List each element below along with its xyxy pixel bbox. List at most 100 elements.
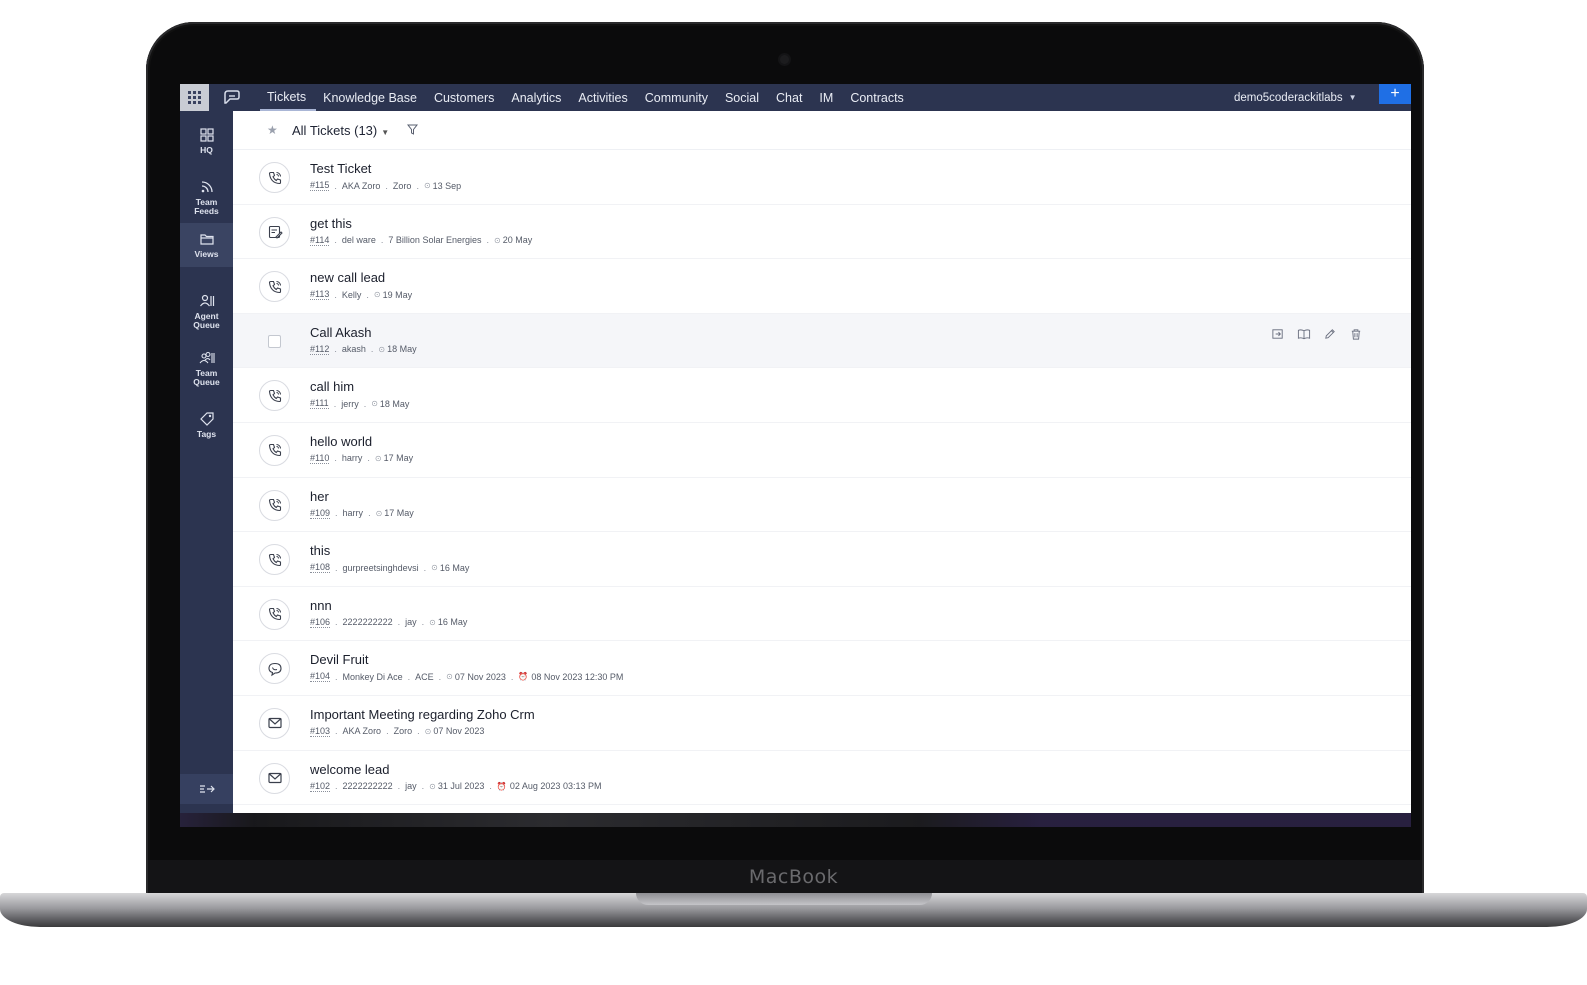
delete-icon[interactable] (1348, 327, 1364, 341)
separator: . (438, 671, 442, 682)
nav-social[interactable]: Social (718, 84, 769, 111)
edit-icon[interactable] (1322, 327, 1338, 341)
ticket-subject: hello world (310, 433, 373, 449)
ticket-row[interactable]: hello world #110. harry. ⊙ 17 May (233, 423, 1411, 478)
read-icon[interactable] (1296, 327, 1312, 341)
separator: . (486, 235, 489, 246)
ticket-account: Zoro (392, 180, 412, 191)
due-alarm-icon: ⏰ (496, 781, 507, 791)
nav-activities[interactable]: Activities (571, 84, 637, 111)
tag-icon (199, 412, 214, 426)
channel-email-icon (259, 762, 290, 794)
sidebar-item-agent-queue[interactable]: Agent Queue (180, 293, 233, 330)
separator: . (366, 289, 369, 300)
add-new-button[interactable]: + (1379, 84, 1411, 104)
ticket-number: #110 (310, 452, 330, 464)
ticket-row[interactable]: get this #114. del ware. 7 Billion Solar En… (233, 205, 1411, 260)
sidebar-item-label: HQ (200, 145, 213, 155)
channel-phone-icon (259, 380, 290, 412)
ticket-meta: #114. del ware. 7 Billion Solar Energies. ⊙… (310, 235, 532, 246)
ticket-meta: #102. 2222222222. jay. ⊙ 31 Jul 2023. ⏰ 02 Aug… (310, 781, 601, 792)
ticket-number: #104 (310, 671, 331, 683)
ticket-meta: #104. Monkey Di Ace. ACE. ⊙ 07 Nov 2023. ⏰ 08 … (310, 671, 624, 683)
ticket-row[interactable]: new call lead #113. Kelly. ⊙ 19 May (233, 259, 1411, 314)
ticket-subject: Important Meeting regarding Zoho Crm (310, 706, 535, 722)
ticket-number: #106 (310, 616, 331, 628)
grid-icon (199, 128, 214, 142)
ticket-due-date: 08 Nov 2023 12:30 PM (531, 671, 624, 682)
ticket-account: ACE (415, 671, 434, 682)
separator: . (334, 453, 337, 464)
folder-icon (199, 234, 214, 245)
account-switcher[interactable]: demo5coderackitlabs ▼ (1234, 84, 1357, 111)
view-selector[interactable]: All Tickets (13) ▼ (292, 123, 389, 138)
created-clock-icon: ⊙ (429, 781, 436, 791)
ticket-date: 16 May (437, 617, 468, 628)
assign-icon[interactable] (1270, 327, 1286, 341)
ticket-row[interactable]: Test Ticket #115. AKA Zoro. Zoro. ⊙ 13 Sep (233, 150, 1411, 205)
agent-queue-icon (199, 294, 214, 307)
ticket-meta: #110. harry. ⊙ 17 May (310, 453, 413, 464)
ticket-row[interactable]: her #109. harry. ⊙ 17 May (233, 478, 1411, 533)
ticket-row[interactable]: this #108. gurpreetsinghdevsi. ⊙ 16 May (233, 532, 1411, 587)
ticket-date: 16 May (439, 562, 470, 573)
separator: . (367, 453, 370, 464)
channel-phone-icon (259, 434, 290, 466)
nav-knowledge-base[interactable]: Knowledge Base (316, 84, 427, 111)
nav-contracts[interactable]: Contracts (843, 84, 914, 111)
collapse-sidebar-button[interactable] (180, 774, 233, 804)
ticket-account: jay (405, 617, 417, 628)
ticket-date: 18 May (387, 344, 417, 355)
nav-tickets[interactable]: Tickets (260, 84, 317, 111)
ticket-subject: Test Ticket (310, 161, 372, 176)
nav-community[interactable]: Community (638, 84, 718, 111)
sidebar-item-label: Team Feeds (194, 197, 219, 216)
separator: . (335, 781, 338, 792)
nav-analytics[interactable]: Analytics (504, 84, 571, 111)
ticket-row[interactable]: Call Akash #112. akash. ⊙ 18 May (233, 313, 1411, 369)
ticket-row[interactable]: call him #111. jerry. ⊙ 18 May (233, 368, 1411, 423)
ticket-row[interactable]: Devil Fruit #104. Monkey Di Ace. ACE. ⊙ 07 No… (233, 641, 1411, 696)
ticket-row[interactable]: welcome lead #102. 2222222222. jay. ⊙ 31 Jul … (233, 751, 1411, 806)
sidebar-item-team-queue[interactable]: Team Queue (180, 350, 233, 387)
sidebar-item-label: Tags (196, 429, 217, 439)
sidebar-item-hq[interactable]: HQ (180, 127, 233, 155)
desk-logo-icon[interactable] (222, 88, 242, 106)
separator: . (423, 562, 427, 573)
separator: . (334, 180, 337, 191)
ticket-meta: #108. gurpreetsinghdevsi. ⊙ 16 May (310, 562, 470, 574)
ticket-subject: nnn (310, 597, 332, 613)
separator: . (370, 344, 374, 355)
ticket-date: 19 May (382, 289, 413, 300)
team-queue-icon (199, 351, 215, 364)
ticket-number: #112 (310, 343, 330, 355)
channel-email-icon (259, 707, 290, 739)
nav-chat[interactable]: Chat (769, 84, 812, 111)
separator: . (407, 671, 411, 682)
ticket-subject: Devil Fruit (310, 652, 369, 668)
ticket-contact: AKA Zoro (342, 726, 382, 737)
collapse-arrow-icon (199, 785, 215, 793)
ticket-select-checkbox[interactable] (268, 334, 281, 348)
nav-customers[interactable]: Customers (427, 84, 504, 111)
view-title: All Tickets (13) (292, 123, 378, 138)
ticket-list: Test Ticket #115. AKA Zoro. Zoro. ⊙ 13 Sep get… (233, 150, 1411, 806)
laptop-notch (636, 893, 932, 905)
created-clock-icon: ⊙ (371, 399, 378, 409)
filter-icon[interactable] (407, 124, 418, 135)
ticket-row[interactable]: Important Meeting regarding Zoho Crm #103… (233, 696, 1411, 751)
favorite-star-icon[interactable]: ★ (267, 123, 278, 137)
sidebar-item-team-feeds[interactable]: Team Feeds (180, 179, 233, 216)
ticket-contact: harry (341, 453, 363, 464)
list-header: ★ All Tickets (13) ▼ (233, 111, 1411, 150)
ticket-subject: her (310, 488, 329, 504)
separator: . (363, 398, 367, 409)
nav-im[interactable]: IM (812, 84, 843, 111)
apps-menu-button[interactable] (180, 84, 209, 111)
ticket-row[interactable]: nnn #106. 2222222222. jay. ⊙ 16 May (233, 587, 1411, 642)
sidebar-item-label: Agent Queue (193, 311, 220, 330)
sidebar-item-tags[interactable]: Tags (180, 411, 233, 439)
sidebar-item-views[interactable]: Views (180, 223, 233, 267)
created-clock-icon: ⊙ (423, 181, 431, 190)
separator: . (333, 398, 337, 409)
